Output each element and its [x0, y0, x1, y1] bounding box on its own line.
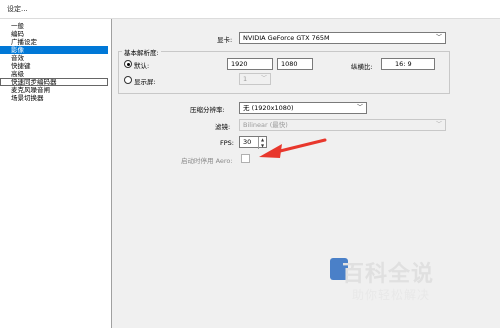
base-resolution-label: 基本解析度:: [122, 47, 161, 57]
settings-window: 设定... 一般 编码 广播设定 影像 音效 快捷键 高级 快速同步编码器 麦克…: [0, 0, 500, 328]
watermark-subtitle: 助你轻松解决: [352, 288, 431, 302]
watermark: 百科全说 助你轻松解决: [330, 254, 474, 316]
watermark-title: 百科全说: [342, 262, 435, 287]
